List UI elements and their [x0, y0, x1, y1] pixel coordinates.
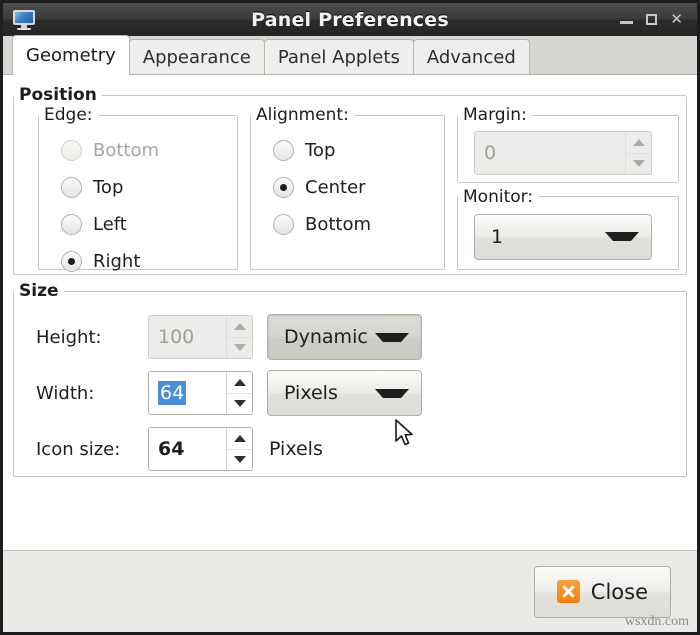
- size-group: Size Height: 100 Dynamic: [13, 281, 687, 477]
- tab-appearance[interactable]: Appearance: [129, 39, 265, 74]
- height-mode-value: Dynamic: [284, 326, 368, 348]
- icon-size-spin-down-icon[interactable]: [227, 450, 252, 471]
- maximize-icon[interactable]: [646, 14, 657, 25]
- watermark: wsxdn.com: [625, 614, 689, 630]
- radio-indicator[interactable]: [61, 251, 82, 272]
- height-row: Height: 100 Dynamic: [36, 309, 686, 365]
- close-button-label: Close: [591, 580, 648, 604]
- window-controls: ✕: [620, 12, 689, 27]
- height-spin-up-icon[interactable]: [227, 316, 252, 338]
- close-button[interactable]: Close: [534, 566, 671, 618]
- alignment-radio-center[interactable]: Center: [273, 169, 444, 206]
- width-row: Width: 64 Pixels: [36, 365, 686, 421]
- edge-radio-right[interactable]: Right: [61, 243, 237, 280]
- width-value[interactable]: 64: [158, 381, 186, 405]
- monitor-dropdown[interactable]: 1: [474, 214, 652, 260]
- margin-group: Margin: 0: [457, 105, 679, 183]
- icon-size-spinbutton[interactable]: 64: [148, 427, 253, 471]
- monitor-icon: [13, 10, 35, 30]
- height-value[interactable]: 100: [149, 316, 226, 358]
- width-spinbutton[interactable]: 64: [148, 371, 253, 415]
- monitor-group-label: Monitor:: [458, 187, 538, 207]
- alignment-group-label: Alignment:: [251, 105, 354, 125]
- height-label: Height:: [36, 327, 148, 348]
- margin-group-label: Margin:: [458, 105, 532, 125]
- radio-indicator[interactable]: [273, 214, 294, 235]
- radio-indicator: [61, 140, 82, 161]
- radio-indicator[interactable]: [273, 140, 294, 161]
- chevron-down-icon: [375, 389, 409, 398]
- icon-size-label: Icon size:: [36, 439, 148, 460]
- edge-option-label: Left: [93, 214, 127, 235]
- tab-geometry[interactable]: Geometry: [12, 35, 130, 74]
- alignment-radio-bottom[interactable]: Bottom: [273, 206, 444, 243]
- edge-option-label: Bottom: [93, 140, 159, 161]
- margin-value[interactable]: 0: [475, 132, 625, 174]
- size-group-label: Size: [14, 281, 64, 301]
- margin-spinbutton[interactable]: 0: [474, 131, 652, 175]
- icon-size-spin-arrows[interactable]: [226, 428, 252, 470]
- alignment-option-label: Center: [305, 177, 366, 198]
- alignment-option-label: Bottom: [305, 214, 371, 235]
- margin-spin-arrows[interactable]: [625, 132, 651, 174]
- minimize-icon[interactable]: [620, 15, 633, 24]
- edge-option-label: Right: [93, 251, 140, 272]
- width-spin-down-icon[interactable]: [227, 394, 252, 415]
- edge-group: Edge: Bottom Top Left: [38, 105, 238, 270]
- alignment-group: Alignment: Top Center Bottom: [250, 105, 445, 270]
- width-spin-arrows[interactable]: [226, 372, 252, 414]
- width-label: Width:: [36, 383, 148, 404]
- radio-indicator[interactable]: [273, 177, 294, 198]
- chevron-down-icon: [375, 333, 409, 342]
- tab-advanced[interactable]: Advanced: [413, 39, 530, 74]
- margin-spin-down-icon[interactable]: [626, 154, 651, 175]
- edge-radio-left[interactable]: Left: [61, 206, 237, 243]
- tab-bar: Geometry Appearance Panel Applets Advanc…: [3, 36, 697, 75]
- radio-indicator[interactable]: [61, 177, 82, 198]
- icon-size-value[interactable]: 64: [149, 428, 226, 470]
- icon-size-spin-up-icon[interactable]: [227, 428, 252, 450]
- icon-size-row: Icon size: 64 Pixels: [36, 421, 686, 477]
- height-spin-down-icon[interactable]: [227, 338, 252, 359]
- alignment-option-label: Top: [305, 140, 335, 161]
- icon-size-unit-label: Pixels: [269, 438, 323, 460]
- radio-indicator[interactable]: [61, 214, 82, 235]
- monitor-group: Monitor: 1: [457, 187, 679, 270]
- height-spin-arrows[interactable]: [226, 316, 252, 358]
- height-mode-dropdown[interactable]: Dynamic: [267, 314, 422, 360]
- panel-preferences-window: Panel Preferences ✕ Geometry Appearance …: [0, 0, 700, 635]
- close-x-icon: [557, 580, 580, 603]
- monitor-value: 1: [491, 226, 503, 248]
- chevron-down-icon: [605, 232, 639, 241]
- position-group: Position Edge: Bottom Top: [13, 85, 687, 275]
- edge-group-label: Edge:: [39, 105, 98, 125]
- window-titlebar[interactable]: Panel Preferences ✕: [3, 3, 697, 36]
- dialog-action-bar: Close wsxdn.com: [3, 550, 697, 632]
- tab-panel-applets[interactable]: Panel Applets: [264, 39, 414, 74]
- alignment-radio-top[interactable]: Top: [273, 132, 444, 169]
- width-mode-value: Pixels: [284, 382, 338, 404]
- edge-radio-bottom: Bottom: [61, 132, 237, 169]
- height-spinbutton[interactable]: 100: [148, 315, 253, 359]
- close-icon[interactable]: ✕: [670, 12, 683, 27]
- edge-option-label: Top: [93, 177, 123, 198]
- edge-radio-top[interactable]: Top: [61, 169, 237, 206]
- position-group-label: Position: [14, 85, 102, 105]
- window-title: Panel Preferences: [3, 9, 697, 31]
- width-mode-dropdown[interactable]: Pixels: [267, 370, 422, 416]
- width-spin-up-icon[interactable]: [227, 372, 252, 394]
- geometry-tab-panel: Position Edge: Bottom Top: [3, 75, 697, 550]
- margin-spin-up-icon[interactable]: [626, 132, 651, 154]
